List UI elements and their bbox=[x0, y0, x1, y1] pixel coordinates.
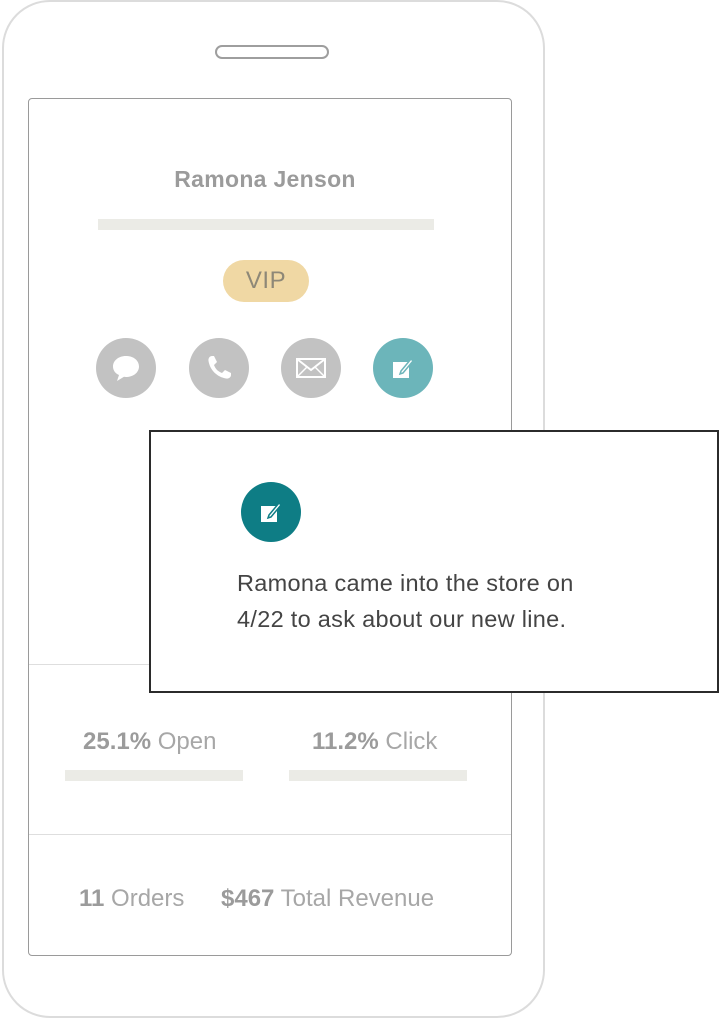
open-rate-bar bbox=[65, 770, 243, 781]
open-rate-value: 25.1% bbox=[83, 728, 152, 755]
call-button[interactable] bbox=[189, 338, 249, 398]
edit-note-icon bbox=[241, 482, 301, 542]
revenue-value: $467 bbox=[221, 885, 275, 912]
orders-label: Orders bbox=[111, 885, 185, 912]
revenue-stat: $467 Total Revenue bbox=[221, 885, 434, 913]
name-placeholder-bar bbox=[98, 219, 434, 230]
open-rate-stat: 25.1% Open bbox=[83, 728, 216, 756]
phone-icon bbox=[208, 356, 231, 379]
email-button[interactable] bbox=[281, 338, 341, 398]
orders-value: 11 bbox=[79, 885, 105, 912]
vip-badge: VIP bbox=[223, 260, 309, 302]
click-rate-bar bbox=[289, 770, 467, 781]
edit-note-icon bbox=[393, 357, 415, 378]
chat-bubble-icon bbox=[113, 356, 139, 381]
customer-name: Ramona Jenson bbox=[174, 166, 356, 192]
click-rate-value: 11.2% bbox=[312, 728, 379, 755]
orders-stat: 11 Orders bbox=[79, 885, 184, 913]
note-text: Ramona came into the store on 4/22 to as… bbox=[237, 565, 657, 637]
envelope-icon bbox=[296, 358, 326, 378]
note-popover: Ramona came into the store on 4/22 to as… bbox=[149, 430, 719, 693]
phone-speaker bbox=[215, 45, 329, 59]
note-text-line: 4/22 to ask about our new line. bbox=[237, 606, 567, 632]
message-button[interactable] bbox=[96, 338, 156, 398]
revenue-label: Total Revenue bbox=[280, 885, 435, 912]
open-rate-label: Open bbox=[157, 728, 217, 755]
click-rate-label: Click bbox=[385, 728, 438, 755]
section-divider bbox=[29, 834, 511, 835]
click-rate-stat: 11.2% Click bbox=[312, 728, 437, 756]
note-button[interactable] bbox=[373, 338, 433, 398]
note-text-line: Ramona came into the store on bbox=[237, 570, 574, 596]
edit-note-glyph bbox=[261, 501, 283, 522]
